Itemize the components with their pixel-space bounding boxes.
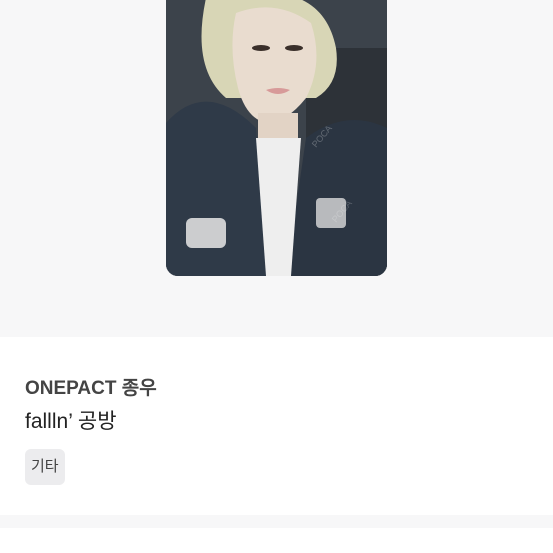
category-tag[interactable]: 기타 xyxy=(25,449,65,485)
next-section-card xyxy=(0,528,553,553)
photocard-image[interactable]: POCA POCA xyxy=(166,0,387,276)
product-image-area: POCA POCA xyxy=(0,0,553,337)
product-title: fallln’ 공방 xyxy=(25,410,117,433)
artist-name: ONEPACT 종우 xyxy=(25,378,157,399)
photocard-illustration: POCA POCA xyxy=(166,0,387,276)
